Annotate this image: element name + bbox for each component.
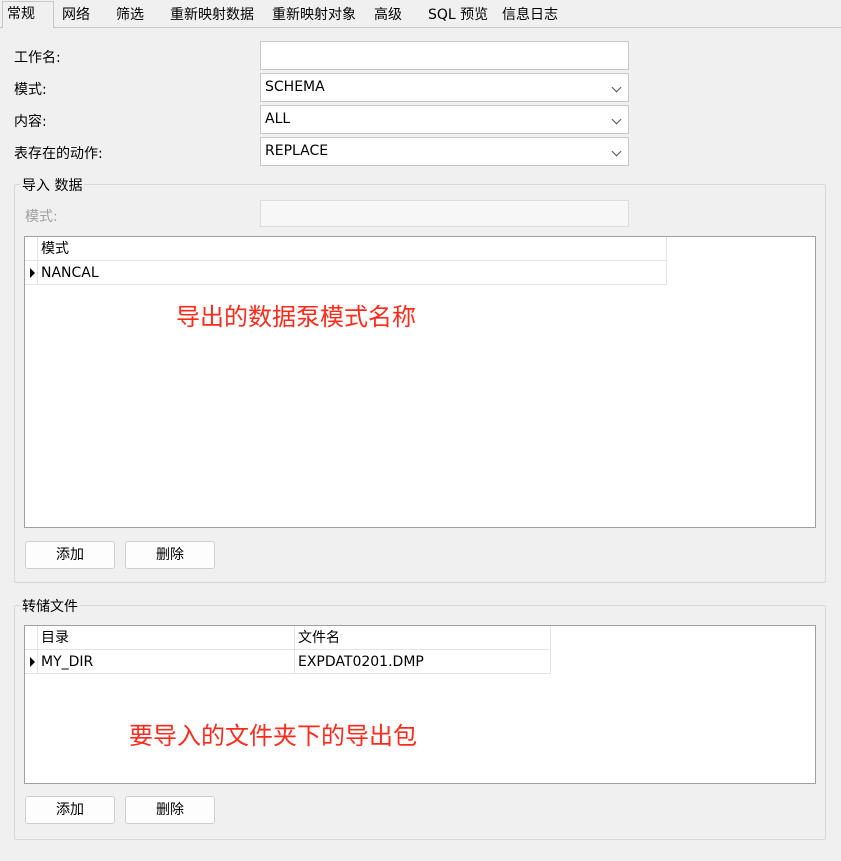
add-dump-file-button[interactable]: 添加: [25, 796, 115, 824]
add-schema-button[interactable]: 添加: [25, 541, 115, 569]
dump-files-group-title: 转储文件: [20, 596, 80, 616]
directory-column-header[interactable]: 目录: [38, 626, 295, 650]
delete-dump-file-button[interactable]: 删除: [125, 796, 215, 824]
import-schema-input: [260, 200, 629, 227]
tab-bar: 常规 网络 筛选 重新映射数据 重新映射对象 高级 SQL 预览 信息日志: [0, 0, 841, 28]
job-name-input[interactable]: [260, 41, 629, 70]
schema-annotation: 导出的数据泵模式名称: [176, 303, 416, 331]
tab-remap-data[interactable]: 重新映射数据: [168, 3, 254, 27]
grid-corner: [25, 626, 38, 650]
dump-file-annotation: 要导入的文件夹下的导出包: [129, 722, 417, 750]
chevron-down-icon: [611, 146, 622, 157]
directory-cell[interactable]: MY_DIR: [38, 650, 295, 674]
table-exists-action-label: 表存在的动作:: [14, 146, 103, 162]
tab-remap-objects[interactable]: 重新映射对象: [270, 3, 356, 27]
delete-schema-button[interactable]: 删除: [125, 541, 215, 569]
row-indicator: [25, 261, 38, 285]
row-indicator: [25, 650, 38, 674]
table-exists-action-select[interactable]: REPLACE: [260, 137, 629, 166]
import-data-group-title: 导入 数据: [20, 175, 85, 195]
dump-files-grid[interactable]: 目录 文件名 MY_DIR EXPDAT0201.DMP: [24, 625, 816, 784]
current-row-arrow-icon: [30, 268, 35, 278]
tab-network[interactable]: 网络: [60, 3, 90, 27]
table-row[interactable]: NANCAL: [38, 261, 667, 285]
chevron-down-icon: [611, 114, 622, 125]
tab-divider: [0, 27, 841, 28]
mode-label: 模式:: [14, 82, 47, 98]
schema-grid[interactable]: 模式 NANCAL: [24, 236, 816, 528]
job-name-label: 工作名:: [14, 50, 61, 66]
tab-filter[interactable]: 筛选: [114, 3, 144, 27]
content-select[interactable]: ALL: [260, 105, 629, 134]
filename-column-header[interactable]: 文件名: [295, 626, 551, 650]
filename-cell[interactable]: EXPDAT0201.DMP: [295, 650, 551, 674]
grid-corner: [25, 237, 38, 261]
mode-select[interactable]: SCHEMA: [260, 73, 629, 102]
tab-advanced[interactable]: 高级: [372, 3, 402, 27]
current-row-arrow-icon: [30, 657, 35, 667]
content-label: 内容:: [14, 114, 47, 130]
import-schema-label: 模式:: [25, 209, 58, 225]
mode-select-value: SCHEMA: [265, 79, 325, 95]
tab-sql-preview[interactable]: SQL 预览: [426, 3, 488, 27]
tab-general[interactable]: 常规: [2, 1, 54, 28]
table-exists-action-value: REPLACE: [265, 143, 329, 159]
tab-message-log[interactable]: 信息日志: [500, 3, 558, 27]
content-select-value: ALL: [265, 111, 291, 127]
chevron-down-icon: [611, 82, 622, 93]
schema-column-header[interactable]: 模式: [38, 237, 667, 261]
